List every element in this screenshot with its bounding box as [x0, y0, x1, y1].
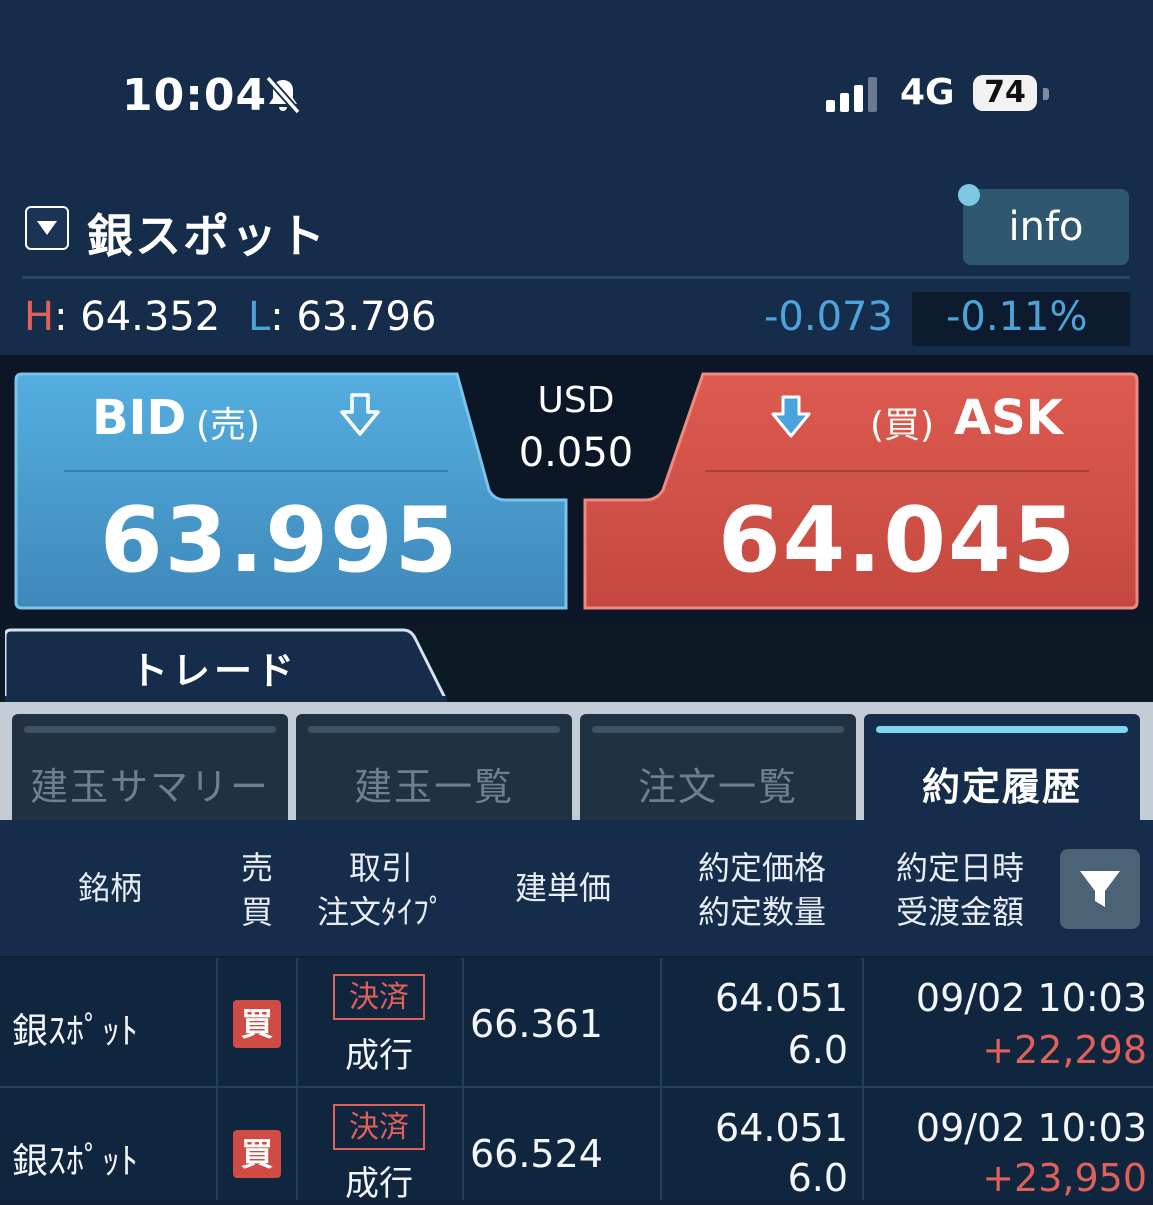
- price-change-pct: -0.11%: [946, 294, 1088, 340]
- exec-qty: 6.0: [787, 1028, 848, 1072]
- network-type: 4G: [900, 72, 955, 113]
- low-letter: L: [248, 294, 271, 340]
- side-badge: 買: [233, 1000, 281, 1048]
- battery-tip: [1043, 88, 1049, 100]
- exec-price: 64.051: [715, 976, 848, 1020]
- tab-position-summary[interactable]: 建玉サマリー: [12, 714, 288, 820]
- ask-sub-label: (買): [870, 405, 935, 446]
- status-time: 10:04: [122, 70, 268, 121]
- symbol-name[interactable]: 銀スポット: [87, 200, 327, 266]
- info-button[interactable]: info: [963, 189, 1129, 265]
- header-exec-price: 約定価格: [697, 849, 826, 887]
- tab-indicator: [876, 726, 1128, 733]
- tab-position-list[interactable]: 建玉一覧: [296, 714, 572, 820]
- symbol-dropdown-button[interactable]: [25, 206, 69, 250]
- high-stat: H: 64.352: [24, 294, 220, 340]
- header-open-price: 建単価: [514, 869, 611, 907]
- low-value: : 63.796: [270, 294, 437, 340]
- order-type: 成行: [345, 1164, 413, 1204]
- header-side: 売 買: [222, 846, 292, 934]
- arrow-down-filled-icon: [771, 395, 811, 438]
- filter-icon: [1080, 871, 1120, 907]
- settlement-amount: +23,950: [982, 1156, 1147, 1200]
- high-value: : 64.352: [54, 294, 221, 340]
- header-trade-type: 取引 注文ﾀｲﾌﾟ: [296, 846, 466, 934]
- bid-divider: [64, 470, 448, 472]
- cell-divider: [462, 1088, 464, 1200]
- tab-label: 建玉一覧: [353, 765, 514, 809]
- tab-execution-history[interactable]: 約定履歴: [864, 714, 1140, 820]
- notification-dot: [958, 184, 980, 206]
- trade-badge: 決済: [333, 974, 425, 1020]
- trade-badge: 決済: [333, 1104, 425, 1150]
- tab-indicator: [592, 726, 844, 733]
- filter-button[interactable]: [1060, 849, 1140, 929]
- bell-muted-icon: [265, 75, 301, 115]
- exec-price: 64.051: [715, 1106, 848, 1150]
- bid-sub-label: (売): [196, 405, 261, 446]
- tab-label: 建玉サマリー: [29, 765, 270, 809]
- ask-price: 64.045: [718, 488, 1078, 593]
- tab-label: 注文一覧: [637, 765, 798, 809]
- caret-down-icon: [37, 221, 57, 235]
- side-badge: 買: [233, 1130, 281, 1178]
- open-price: 66.361: [470, 1002, 603, 1046]
- price-change: -0.073: [764, 294, 893, 340]
- order-type: 成行: [345, 1036, 413, 1076]
- spread-currency: USD: [537, 380, 615, 421]
- header-side-buy: 買: [240, 893, 273, 931]
- ask-divider: [705, 470, 1089, 472]
- header-symbol: 銘柄: [77, 869, 142, 907]
- cell-divider: [216, 1088, 218, 1200]
- bid-price: 63.995: [100, 488, 460, 593]
- settlement-amount: +22,298: [982, 1028, 1147, 1072]
- tab-indicator: [308, 726, 560, 733]
- open-price: 66.524: [470, 1132, 603, 1176]
- exec-datetime: 09/02 10:03: [915, 976, 1147, 1020]
- bid-label: BID: [92, 390, 187, 446]
- battery-icon: 74: [973, 75, 1037, 111]
- header-settlement-amount: 受渡金額: [895, 893, 1024, 931]
- header-date: 約定日時 受渡金額: [872, 846, 1048, 934]
- header-divider: [22, 276, 1130, 279]
- cell-divider: [462, 958, 464, 1086]
- tab-label: 約定履歴: [921, 765, 1082, 809]
- spread-value: 0.050: [518, 430, 634, 476]
- ask-label: ASK: [954, 390, 1063, 446]
- tab-indicator: [24, 726, 276, 733]
- exec-datetime: 09/02 10:03: [915, 1106, 1147, 1150]
- row-symbol: 銀ｽﾎﾟｯﾄ: [12, 1141, 139, 1182]
- header-execution: 約定価格 約定数量: [674, 846, 850, 934]
- low-stat: L: 63.796: [248, 294, 436, 340]
- header-side-sell: 売: [240, 849, 273, 887]
- row-symbol: 銀ｽﾎﾟｯﾄ: [12, 1011, 139, 1052]
- tab-trade-label: トレード: [130, 649, 299, 693]
- table-row[interactable]: 銀ｽﾎﾟｯﾄ 買 決済 成行 66.361 64.051 6.0 09/02 1…: [0, 958, 1153, 1086]
- arrow-down-outline-icon: [340, 393, 380, 436]
- header-trade: 取引: [348, 849, 413, 887]
- table-row[interactable]: 銀ｽﾎﾟｯﾄ 買 決済 成行 66.524 64.051 6.0 09/02 1…: [0, 1088, 1153, 1204]
- header-order-type: 注文ﾀｲﾌﾟ: [316, 893, 445, 931]
- header-exec-datetime: 約定日時: [895, 849, 1024, 887]
- tab-order-list[interactable]: 注文一覧: [580, 714, 856, 820]
- cell-divider: [216, 958, 218, 1086]
- signal-icon: [826, 77, 877, 112]
- exec-qty: 6.0: [787, 1156, 848, 1200]
- high-letter: H: [24, 294, 55, 340]
- header-exec-qty: 約定数量: [697, 893, 826, 931]
